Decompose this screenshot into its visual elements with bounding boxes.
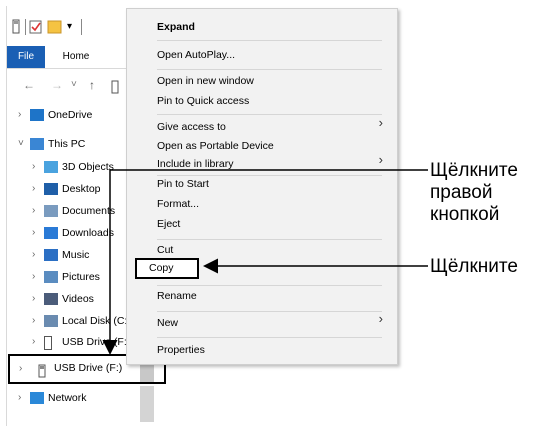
tree-item[interactable]: › USB Drive (F:) — [6, 331, 136, 353]
local-disk-icon — [44, 315, 58, 327]
expand-chevron-icon[interactable]: › — [32, 266, 42, 288]
new-folder-icon[interactable] — [47, 19, 63, 35]
expand-chevron-icon[interactable]: › — [32, 200, 42, 222]
menu-item-pin-quick-access[interactable]: Pin to Quick access — [157, 91, 249, 111]
tree-item-label: Local Disk (C:) — [62, 315, 131, 327]
tree-item[interactable]: › OneDrive — [6, 104, 136, 126]
menu-separator — [157, 69, 382, 70]
menu-item-open-new-window[interactable]: Open in new window — [157, 71, 254, 91]
expand-chevron-icon[interactable]: › — [32, 288, 42, 310]
tree-item[interactable]: › Videos — [6, 288, 136, 310]
copy-highlight-box[interactable]: Copy — [135, 258, 199, 279]
desktop-icon — [44, 183, 58, 195]
expand-chevron-icon[interactable]: › — [32, 178, 42, 200]
tree-item[interactable]: › Desktop — [6, 178, 136, 200]
menu-item-new[interactable]: New — [157, 313, 178, 333]
expand-chevron-icon[interactable]: › — [32, 222, 42, 244]
tree-item-label: USB Drive (F:) — [62, 336, 131, 348]
expand-chevron-icon[interactable]: › — [18, 104, 28, 126]
expand-chevron-icon[interactable]: › — [18, 387, 28, 409]
properties-icon[interactable] — [29, 19, 43, 35]
menu-item-include-library[interactable]: Include in library — [157, 154, 233, 174]
tree-item[interactable]: › Local Disk (C:) — [6, 310, 136, 332]
tree-item-label: 3D Objects — [62, 161, 114, 173]
submenu-arrow-icon: › — [378, 115, 383, 130]
menu-item-cut[interactable]: Cut — [157, 240, 173, 260]
tree-item-label: This PC — [48, 138, 86, 150]
expand-chevron-icon[interactable]: › — [32, 310, 42, 332]
submenu-arrow-icon: › — [378, 152, 383, 167]
tree-item-label: OneDrive — [48, 109, 93, 121]
3d-objects-icon — [44, 161, 58, 173]
menu-separator — [157, 337, 382, 338]
menu-separator — [157, 114, 382, 115]
menu-separator — [157, 40, 382, 41]
documents-icon — [44, 205, 58, 217]
chevron-down-icon[interactable]: ˅ — [18, 133, 28, 155]
menu-item-pin-start[interactable]: Pin to Start — [157, 174, 209, 194]
tree-item-label: Pictures — [62, 271, 100, 283]
tab-file[interactable]: File — [7, 46, 45, 68]
separator — [81, 19, 82, 35]
up-arrow-icon[interactable]: ↑ — [89, 78, 95, 92]
submenu-arrow-icon: › — [378, 311, 383, 326]
menu-item-rename[interactable]: Rename — [157, 286, 197, 306]
expand-chevron-icon[interactable]: › — [32, 244, 42, 266]
expand-chevron-icon[interactable]: › — [32, 331, 42, 353]
videos-icon — [44, 293, 58, 305]
back-arrow-icon[interactable]: ← — [23, 78, 35, 92]
scrollbar-track[interactable] — [140, 386, 154, 422]
tree-item[interactable]: ˅ This PC — [6, 133, 136, 155]
right-click-label-line2: правой — [430, 182, 493, 203]
usb-drive-icon — [38, 364, 46, 383]
drive-icon[interactable] — [11, 19, 21, 35]
right-click-label: Щёлкните правой кнопкой — [430, 160, 518, 226]
usb-drive-label: USB Drive (F:) — [54, 362, 123, 374]
pictures-icon — [44, 271, 58, 283]
menu-item-eject[interactable]: Eject — [157, 214, 180, 234]
chevron-down-icon[interactable]: ˅ — [71, 79, 77, 90]
right-click-label-line1: Щёлкните — [430, 160, 518, 181]
navigation-bar: ← → ˅ ↑ — [13, 76, 133, 98]
menu-separator — [157, 239, 382, 240]
tree-item[interactable]: › Downloads — [6, 222, 136, 244]
drive-icon — [111, 80, 119, 97]
tree-item-label: Downloads — [62, 227, 114, 239]
tree-item-label: Desktop — [62, 183, 101, 195]
tree-item-label: Network — [48, 392, 87, 404]
menu-item-open-autoplay[interactable]: Open AutoPlay... — [157, 45, 235, 65]
tab-home[interactable]: Home — [51, 46, 101, 68]
cloud-icon — [30, 109, 44, 121]
menu-item-copy[interactable]: Copy — [149, 262, 174, 274]
network-icon — [30, 392, 44, 404]
tree-item[interactable]: › Network — [6, 387, 136, 409]
customize-toolbar-icon[interactable]: ▾ — [67, 19, 77, 35]
menu-item-expand[interactable]: Expand — [157, 17, 195, 37]
menu-separator — [157, 311, 382, 312]
tree-item[interactable]: › Pictures — [6, 266, 136, 288]
menu-item-give-access[interactable]: Give access to — [157, 117, 226, 137]
music-icon — [44, 249, 58, 261]
ribbon-border — [7, 68, 127, 69]
tree-item[interactable]: › Documents — [6, 200, 136, 222]
tree-item[interactable]: › Music — [6, 244, 136, 266]
pc-icon — [30, 138, 44, 150]
menu-item-format[interactable]: Format... — [157, 194, 199, 214]
menu-item-open-portable-device[interactable]: Open as Portable Device — [157, 136, 274, 156]
forward-arrow-icon[interactable]: → — [51, 78, 63, 92]
downloads-icon — [44, 227, 58, 239]
tree-item[interactable]: › 3D Objects — [6, 156, 136, 178]
right-click-label-line3: кнопкой — [430, 204, 500, 225]
usb-drive-icon — [44, 336, 52, 350]
expand-chevron-icon[interactable]: › — [19, 363, 22, 374]
menu-item-properties[interactable]: Properties — [157, 340, 205, 360]
tree-item-label: Documents — [62, 205, 116, 217]
context-menu: Expand Open AutoPlay... Open in new wind… — [126, 8, 398, 365]
click-label: Щёлкните — [430, 256, 518, 277]
separator — [25, 19, 26, 35]
tree-item-label: Music — [62, 249, 90, 261]
tree-item-label: Videos — [62, 293, 94, 305]
expand-chevron-icon[interactable]: › — [32, 156, 42, 178]
